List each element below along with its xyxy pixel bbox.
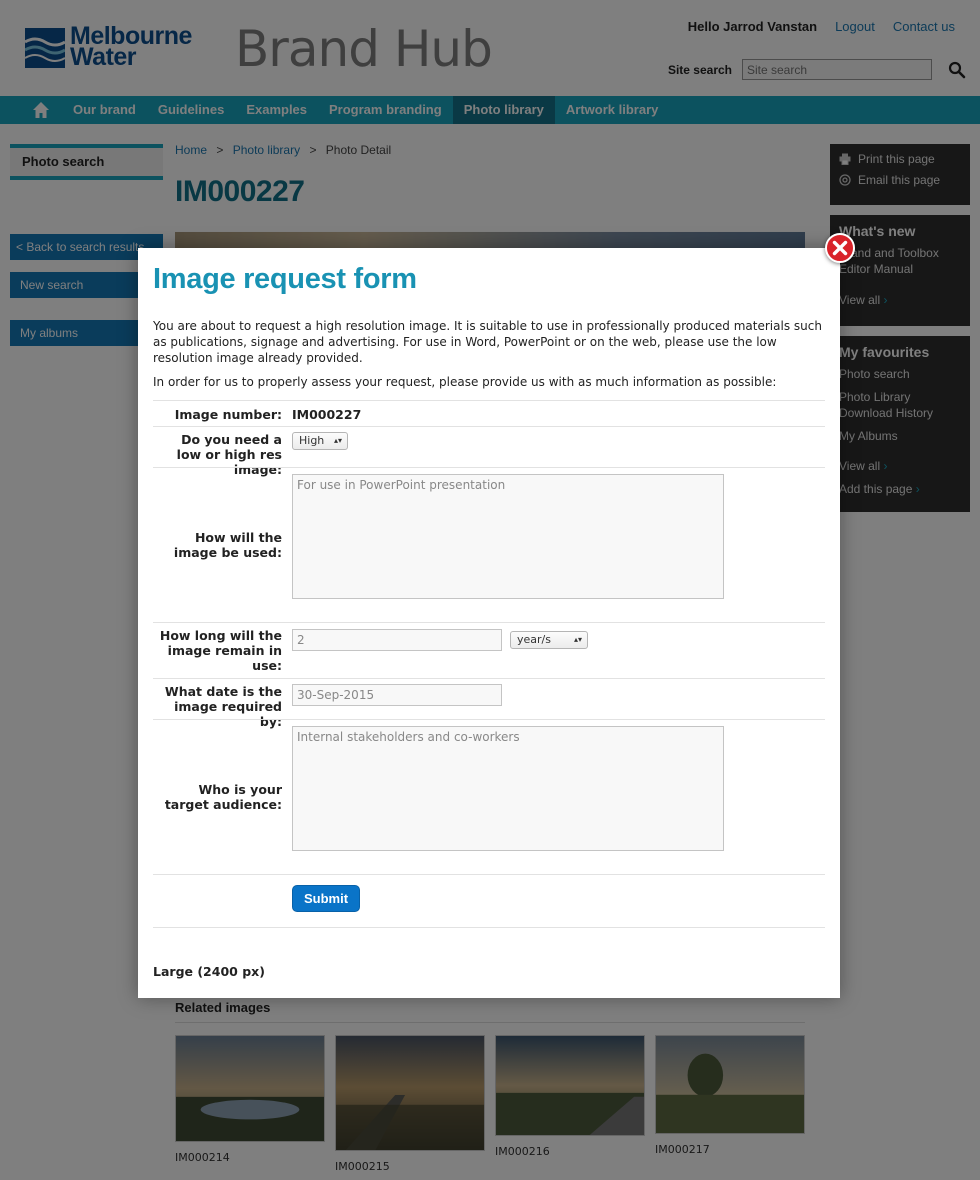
form-bottom-divider: [153, 927, 825, 928]
select-arrows-icon: ▴▾: [573, 635, 582, 644]
usage-row: How will the image be used: For use in P…: [153, 467, 825, 622]
duration-row: How long will the image remain in use: y…: [153, 622, 825, 678]
image-number-label: Image number:: [174, 407, 282, 422]
usage-textarea[interactable]: For use in PowerPoint presentation: [292, 474, 724, 599]
date-input[interactable]: [292, 684, 502, 706]
submit-row: [153, 874, 825, 927]
audience-label: Who is your target audience:: [164, 782, 282, 812]
resolution-select[interactable]: High ▴▾: [292, 432, 348, 450]
image-number-value: IM000227: [292, 407, 362, 422]
modal-title: Image request form: [153, 263, 417, 295]
close-icon: [832, 240, 848, 256]
submit-button[interactable]: Submit: [292, 885, 360, 912]
image-size-note: Large (2400 px): [153, 964, 265, 979]
modal-intro: You are about to request a high resoluti…: [153, 319, 822, 365]
duration-label: How long will the image remain in use:: [159, 628, 282, 673]
image-number-row: Image number: IM000227: [153, 400, 825, 426]
resolution-select-value: High: [299, 434, 325, 447]
audience-row: Who is your target audience: Internal st…: [153, 719, 825, 874]
duration-unit-select[interactable]: year/s ▴▾: [510, 631, 588, 649]
usage-label: How will the image be used:: [173, 530, 282, 560]
resolution-row: Do you need a low or high res image: Hig…: [153, 426, 825, 477]
duration-input[interactable]: [292, 629, 502, 651]
select-arrows-icon: ▴▾: [333, 436, 342, 445]
modal-instructions: In order for us to properly assess your …: [153, 375, 777, 389]
duration-unit-value: year/s: [517, 633, 551, 646]
close-modal-button[interactable]: [825, 233, 855, 263]
date-row: What date is the image required by:: [153, 678, 825, 729]
image-request-modal: Image request form You are about to requ…: [138, 248, 840, 998]
audience-textarea[interactable]: Internal stakeholders and co-workers: [292, 726, 724, 851]
